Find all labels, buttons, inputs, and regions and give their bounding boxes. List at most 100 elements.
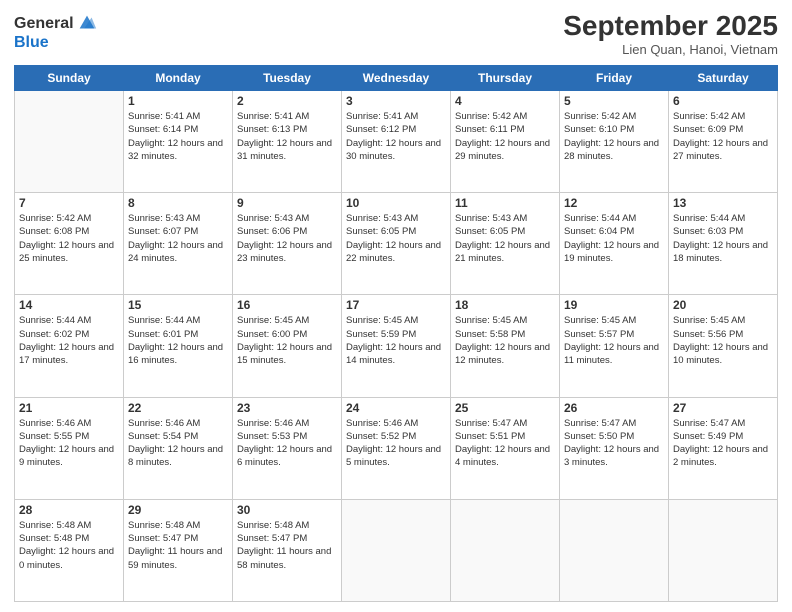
day-number: 12 <box>564 196 664 210</box>
page: General Blue September 2025 Lien Quan, H… <box>0 0 792 612</box>
day-detail: Sunrise: 5:45 AMSunset: 5:56 PMDaylight:… <box>673 314 773 367</box>
day-number: 10 <box>346 196 446 210</box>
day-detail: Sunrise: 5:45 AMSunset: 6:00 PMDaylight:… <box>237 314 337 367</box>
day-detail: Sunrise: 5:45 AMSunset: 5:58 PMDaylight:… <box>455 314 555 367</box>
table-row: 20 Sunrise: 5:45 AMSunset: 5:56 PMDayligh… <box>669 295 778 397</box>
table-row: 30Sunrise: 5:48 AMSunset: 5:47 PMDayligh… <box>233 499 342 601</box>
table-row: 5Sunrise: 5:42 AMSunset: 6:10 PMDaylight… <box>560 91 669 193</box>
table-row: 12 Sunrise: 5:44 AMSunset: 6:04 PMDayligh… <box>560 193 669 295</box>
calendar-week-row: 14 Sunrise: 5:44 AMSunset: 6:02 PMDayligh… <box>15 295 778 397</box>
day-detail: Sunrise: 5:42 AMSunset: 6:10 PMDaylight:… <box>564 110 664 163</box>
day-detail: Sunrise: 5:47 AMSunset: 5:51 PMDaylight:… <box>455 417 555 470</box>
day-number: 13 <box>673 196 773 210</box>
day-number: 3 <box>346 94 446 108</box>
day-number: 11 <box>455 196 555 210</box>
day-detail: Sunrise: 5:47 AMSunset: 5:49 PMDaylight:… <box>673 417 773 470</box>
col-thursday: Thursday <box>451 66 560 91</box>
day-number: 8 <box>128 196 228 210</box>
day-detail: Sunrise: 5:42 AMSunset: 6:11 PMDaylight:… <box>455 110 555 163</box>
day-detail: Sunrise: 5:44 AMSunset: 6:01 PMDaylight:… <box>128 314 228 367</box>
day-detail: Sunrise: 5:45 AMSunset: 5:57 PMDaylight:… <box>564 314 664 367</box>
day-number: 29 <box>128 503 228 517</box>
calendar-week-row: 7 Sunrise: 5:42 AMSunset: 6:08 PMDaylight… <box>15 193 778 295</box>
day-number: 25 <box>455 401 555 415</box>
table-row: 3 Sunrise: 5:41 AMSunset: 6:12 PMDaylight… <box>342 91 451 193</box>
logo-general-text: General <box>14 15 74 33</box>
col-wednesday: Wednesday <box>342 66 451 91</box>
day-detail: Sunrise: 5:47 AMSunset: 5:50 PMDaylight:… <box>564 417 664 470</box>
day-number: 18 <box>455 298 555 312</box>
table-row: 9Sunrise: 5:43 AMSunset: 6:06 PMDaylight… <box>233 193 342 295</box>
table-row: 19Sunrise: 5:45 AMSunset: 5:57 PMDayligh… <box>560 295 669 397</box>
table-row: 28 Sunrise: 5:48 AMSunset: 5:48 PMDayligh… <box>15 499 124 601</box>
day-number: 14 <box>19 298 119 312</box>
table-row: 15Sunrise: 5:44 AMSunset: 6:01 PMDayligh… <box>124 295 233 397</box>
day-number: 22 <box>128 401 228 415</box>
table-row: 29 Sunrise: 5:48 AMSunset: 5:47 PMDayligh… <box>124 499 233 601</box>
day-number: 7 <box>19 196 119 210</box>
day-number: 17 <box>346 298 446 312</box>
calendar-header-row: Sunday Monday Tuesday Wednesday Thursday… <box>15 66 778 91</box>
col-saturday: Saturday <box>669 66 778 91</box>
logo-blue-text: Blue <box>14 34 98 52</box>
table-row: 7 Sunrise: 5:42 AMSunset: 6:08 PMDaylight… <box>15 193 124 295</box>
day-detail: Sunrise: 5:43 AMSunset: 6:05 PMDaylight:… <box>346 212 446 265</box>
header: General Blue September 2025 Lien Quan, H… <box>14 10 778 57</box>
table-row: 23Sunrise: 5:46 AMSunset: 5:53 PMDayligh… <box>233 397 342 499</box>
table-row: 1Sunrise: 5:41 AMSunset: 6:14 PMDaylight… <box>124 91 233 193</box>
logo-icon <box>76 12 98 34</box>
calendar-week-row: 28 Sunrise: 5:48 AMSunset: 5:48 PMDayligh… <box>15 499 778 601</box>
day-number: 4 <box>455 94 555 108</box>
table-row: 4 Sunrise: 5:42 AMSunset: 6:11 PMDaylight… <box>451 91 560 193</box>
day-detail: Sunrise: 5:41 AMSunset: 6:12 PMDaylight:… <box>346 110 446 163</box>
calendar-week-row: 1Sunrise: 5:41 AMSunset: 6:14 PMDaylight… <box>15 91 778 193</box>
day-detail: Sunrise: 5:48 AMSunset: 5:47 PMDaylight:… <box>237 519 337 572</box>
location: Lien Quan, Hanoi, Vietnam <box>563 42 778 57</box>
day-number: 23 <box>237 401 337 415</box>
day-detail: Sunrise: 5:46 AMSunset: 5:54 PMDaylight:… <box>128 417 228 470</box>
day-detail: Sunrise: 5:42 AMSunset: 6:08 PMDaylight:… <box>19 212 119 265</box>
calendar-week-row: 21Sunrise: 5:46 AMSunset: 5:55 PMDayligh… <box>15 397 778 499</box>
table-row <box>342 499 451 601</box>
table-row: 18 Sunrise: 5:45 AMSunset: 5:58 PMDayligh… <box>451 295 560 397</box>
table-row: 14 Sunrise: 5:44 AMSunset: 6:02 PMDayligh… <box>15 295 124 397</box>
table-row: 22 Sunrise: 5:46 AMSunset: 5:54 PMDayligh… <box>124 397 233 499</box>
day-detail: Sunrise: 5:43 AMSunset: 6:07 PMDaylight:… <box>128 212 228 265</box>
table-row: 13 Sunrise: 5:44 AMSunset: 6:03 PMDayligh… <box>669 193 778 295</box>
table-row: 27 Sunrise: 5:47 AMSunset: 5:49 PMDayligh… <box>669 397 778 499</box>
table-row <box>15 91 124 193</box>
day-number: 28 <box>19 503 119 517</box>
day-detail: Sunrise: 5:44 AMSunset: 6:04 PMDaylight:… <box>564 212 664 265</box>
day-detail: Sunrise: 5:44 AMSunset: 6:02 PMDaylight:… <box>19 314 119 367</box>
title-block: September 2025 Lien Quan, Hanoi, Vietnam <box>563 10 778 57</box>
day-detail: Sunrise: 5:48 AMSunset: 5:48 PMDaylight:… <box>19 519 119 572</box>
day-detail: Sunrise: 5:46 AMSunset: 5:55 PMDaylight:… <box>19 417 119 470</box>
table-row: 26Sunrise: 5:47 AMSunset: 5:50 PMDayligh… <box>560 397 669 499</box>
table-row: 25 Sunrise: 5:47 AMSunset: 5:51 PMDayligh… <box>451 397 560 499</box>
table-row: 21Sunrise: 5:46 AMSunset: 5:55 PMDayligh… <box>15 397 124 499</box>
day-number: 24 <box>346 401 446 415</box>
day-number: 20 <box>673 298 773 312</box>
table-row <box>560 499 669 601</box>
day-number: 6 <box>673 94 773 108</box>
table-row: 16Sunrise: 5:45 AMSunset: 6:00 PMDayligh… <box>233 295 342 397</box>
table-row: 10 Sunrise: 5:43 AMSunset: 6:05 PMDayligh… <box>342 193 451 295</box>
calendar-table: Sunday Monday Tuesday Wednesday Thursday… <box>14 65 778 602</box>
day-detail: Sunrise: 5:41 AMSunset: 6:13 PMDaylight:… <box>237 110 337 163</box>
table-row: 24 Sunrise: 5:46 AMSunset: 5:52 PMDayligh… <box>342 397 451 499</box>
logo: General Blue <box>14 14 98 52</box>
day-detail: Sunrise: 5:46 AMSunset: 5:52 PMDaylight:… <box>346 417 446 470</box>
month-title: September 2025 <box>563 10 778 42</box>
day-detail: Sunrise: 5:43 AMSunset: 6:05 PMDaylight:… <box>455 212 555 265</box>
table-row <box>669 499 778 601</box>
day-number: 27 <box>673 401 773 415</box>
day-detail: Sunrise: 5:45 AMSunset: 5:59 PMDaylight:… <box>346 314 446 367</box>
col-friday: Friday <box>560 66 669 91</box>
table-row <box>451 499 560 601</box>
table-row: 17 Sunrise: 5:45 AMSunset: 5:59 PMDayligh… <box>342 295 451 397</box>
day-detail: Sunrise: 5:42 AMSunset: 6:09 PMDaylight:… <box>673 110 773 163</box>
day-detail: Sunrise: 5:41 AMSunset: 6:14 PMDaylight:… <box>128 110 228 163</box>
day-detail: Sunrise: 5:48 AMSunset: 5:47 PMDaylight:… <box>128 519 228 572</box>
day-detail: Sunrise: 5:44 AMSunset: 6:03 PMDaylight:… <box>673 212 773 265</box>
day-number: 9 <box>237 196 337 210</box>
